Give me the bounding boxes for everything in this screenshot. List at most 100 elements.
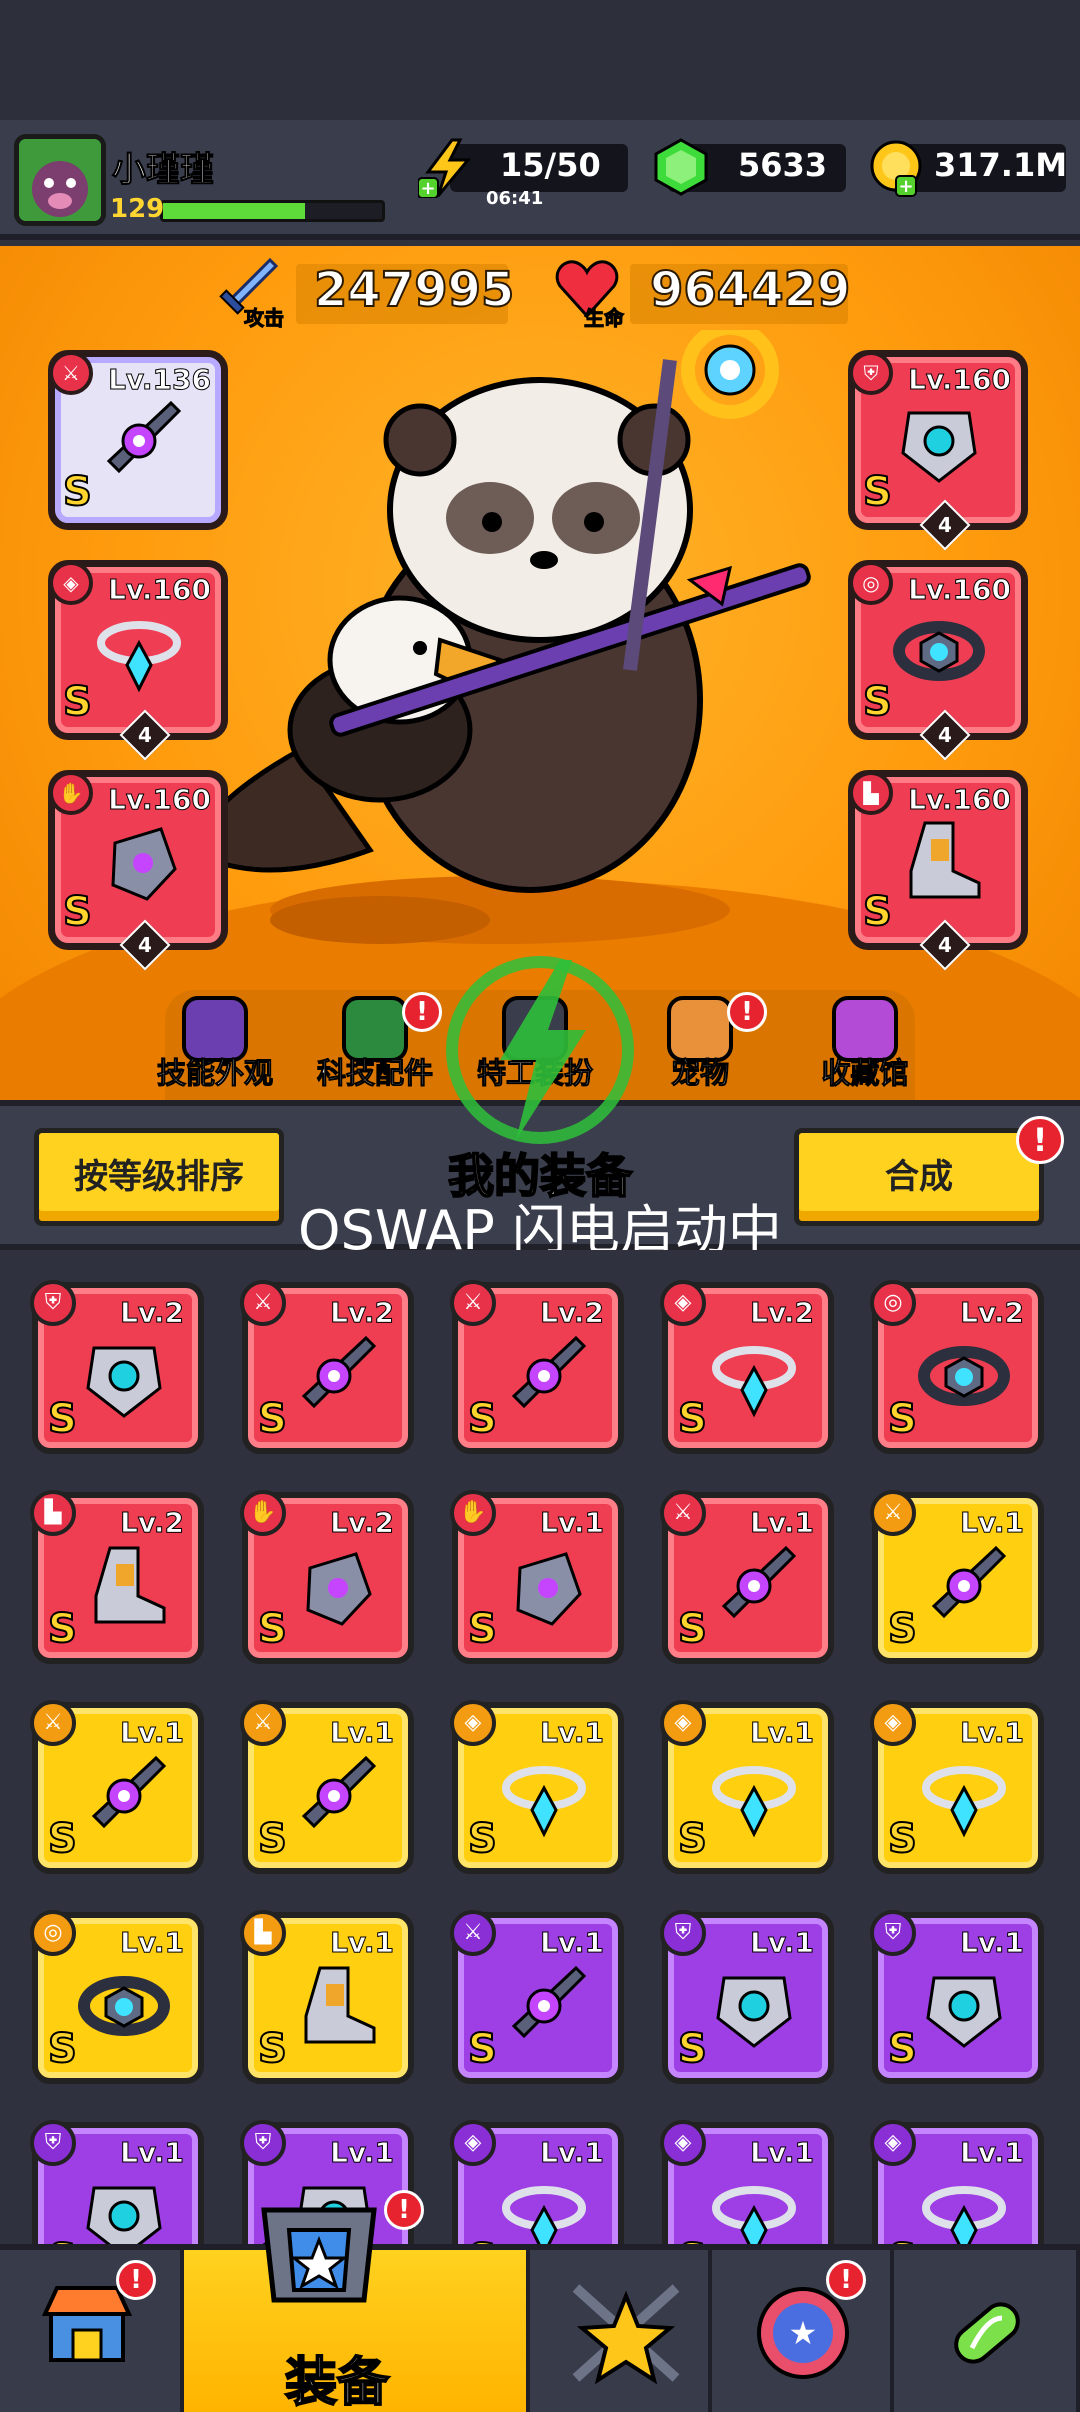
tab-pet-dog[interactable]: ! 宠物: [635, 990, 767, 1100]
inventory-item[interactable]: ✋ Lv.2 S: [240, 1490, 414, 1664]
inventory-item[interactable]: ⚔ Lv.1 S: [660, 1490, 834, 1664]
item-level: Lv.1: [540, 2136, 605, 2170]
equipped-belt-slot[interactable]: ◎ Lv.160 S 4: [848, 560, 1028, 761]
gem-icon: [650, 136, 712, 198]
inventory-item[interactable]: ⛨ Lv.1 S: [870, 1910, 1044, 2084]
weapon-type-icon: ⚔: [240, 1700, 286, 1746]
necklace-type-icon: ◈: [660, 2120, 706, 2166]
tab-label: 技能外观: [156, 1056, 273, 1091]
inventory-item[interactable]: ⚔ Lv.1 S: [450, 1910, 624, 2084]
player-level: 129: [110, 194, 165, 224]
inventory-item[interactable]: ⛨ Lv.1 S: [660, 1910, 834, 2084]
item-level: Lv.2: [120, 1296, 185, 1330]
tab-badge: !: [402, 992, 442, 1032]
inventory-item[interactable]: ◎ Lv.1 S: [30, 1910, 204, 2084]
weapon-item-icon: [496, 1958, 592, 2054]
inventory-item[interactable]: ✋ Lv.1 S: [450, 1490, 624, 1664]
item-level: Lv.1: [750, 2136, 815, 2170]
player-avatar[interactable]: [14, 134, 106, 226]
tab-tech-gear[interactable]: ! 科技配件: [310, 990, 442, 1100]
item-rank: S: [887, 1395, 918, 1443]
tab-collection-chest[interactable]: 收藏馆: [800, 990, 930, 1100]
equipped-necklace-slot[interactable]: ◈ Lv.160 S 4: [48, 560, 228, 761]
nav-shop[interactable]: !: [0, 2250, 184, 2412]
item-level: Lv.160: [908, 783, 1012, 817]
svg-text:★: ★: [789, 2314, 818, 2352]
necklace-type-icon: ◈: [870, 2120, 916, 2166]
item-level: Lv.160: [108, 573, 212, 607]
armor-type-icon: ⛨: [30, 1280, 76, 1326]
item-rank: S: [887, 1605, 918, 1653]
item-rank: S: [47, 1815, 78, 1863]
item-rank: S: [677, 1605, 708, 1653]
equipped-gloves-slot[interactable]: ✋ Lv.160 S 4: [48, 770, 228, 971]
energy-timer: 06:41: [486, 188, 544, 209]
item-level: Lv.1: [540, 1926, 605, 1960]
inventory-item[interactable]: ◈ Lv.1 S: [870, 1700, 1044, 1874]
boots-type-icon: ▙: [240, 1910, 286, 1956]
necklace-type-icon: ◈: [49, 561, 93, 605]
hero-character: [170, 321, 870, 950]
nav-equipment[interactable]: ! 装备: [184, 2190, 530, 2412]
armor-type-icon: ⛨: [849, 351, 893, 395]
inventory-item[interactable]: ◈ Lv.2 S: [660, 1280, 834, 1454]
gloves-type-icon: ✋: [450, 1490, 496, 1536]
equipped-armor-slot[interactable]: ⛨ Lv.160 S 4: [848, 350, 1028, 551]
coin-icon: +: [866, 138, 926, 198]
nav-dna-capsule[interactable]: [894, 2250, 1080, 2412]
weapon-item-icon: [91, 393, 187, 493]
tab-label: 宠物: [670, 1056, 729, 1091]
inventory-item[interactable]: ⚔ Lv.2 S: [450, 1280, 624, 1454]
hp-value: 964429: [649, 261, 851, 319]
inventory-item[interactable]: ▙ Lv.2 S: [30, 1490, 204, 1664]
item-level: Lv.1: [960, 1716, 1025, 1750]
inventory-item[interactable]: ⚔ Lv.1 S: [870, 1490, 1044, 1664]
inventory-item[interactable]: ⚔ Lv.2 S: [240, 1280, 414, 1454]
item-rank: S: [257, 1605, 288, 1653]
item-level: Lv.1: [330, 1716, 395, 1750]
belt-type-icon: ◎: [30, 1910, 76, 1956]
inventory-item[interactable]: ▙ Lv.1 S: [240, 1910, 414, 2084]
gloves-type-icon: ✋: [240, 1490, 286, 1536]
attack-label: 攻击: [244, 306, 285, 331]
item-level: Lv.2: [960, 1296, 1025, 1330]
boots-item-icon: [891, 813, 987, 913]
item-rank: S: [467, 1605, 498, 1653]
equipped-boots-slot[interactable]: ▙ Lv.160 S 4: [848, 770, 1028, 971]
nav-star-swords[interactable]: [530, 2250, 712, 2412]
weapon-item-icon: [496, 1328, 592, 1424]
item-rank: S: [677, 1395, 708, 1443]
tab-badge: !: [727, 992, 767, 1032]
item-rank: S: [887, 2025, 918, 2073]
tab-label: 收藏馆: [821, 1056, 909, 1091]
inventory-item[interactable]: ⚔ Lv.1 S: [30, 1700, 204, 1874]
item-rank: S: [677, 1815, 708, 1863]
item-rank: S: [62, 468, 93, 516]
necklace-type-icon: ◈: [660, 1700, 706, 1746]
item-rank: S: [887, 1815, 918, 1863]
equipped-weapon-slot[interactable]: ⚔ Lv.136 S: [48, 350, 228, 530]
nav-planet[interactable]: ★ !: [712, 2250, 894, 2412]
boots-type-icon: ▙: [30, 1490, 76, 1536]
inventory-item[interactable]: ◈ Lv.1 S: [450, 1700, 624, 1874]
necklace-type-icon: ◈: [450, 1700, 496, 1746]
weapon-type-icon: ⚔: [450, 1280, 496, 1326]
weapon-type-icon: ⚔: [870, 1490, 916, 1536]
item-rank: S: [467, 1815, 498, 1863]
gloves-item-icon: [91, 813, 187, 913]
item-rank: S: [862, 678, 893, 726]
item-level: Lv.1: [960, 2136, 1025, 2170]
inventory-item[interactable]: ⛨ Lv.2 S: [30, 1280, 204, 1454]
inventory-item[interactable]: ◎ Lv.2 S: [870, 1280, 1044, 1454]
tab-wizard-hat[interactable]: 技能外观: [150, 990, 280, 1100]
xp-bar: [160, 200, 385, 222]
xp-bar-fill: [163, 203, 306, 219]
inventory-item[interactable]: ⚔ Lv.1 S: [240, 1700, 414, 1874]
gloves-item-icon: [286, 1538, 382, 1634]
inventory-item[interactable]: ◈ Lv.1 S: [660, 1700, 834, 1874]
item-level: Lv.1: [750, 1506, 815, 1540]
boots-item-icon: [76, 1538, 172, 1634]
weapon-type-icon: ⚔: [240, 1280, 286, 1326]
necklace-item-icon: [706, 1748, 802, 1844]
item-level: Lv.2: [750, 1296, 815, 1330]
